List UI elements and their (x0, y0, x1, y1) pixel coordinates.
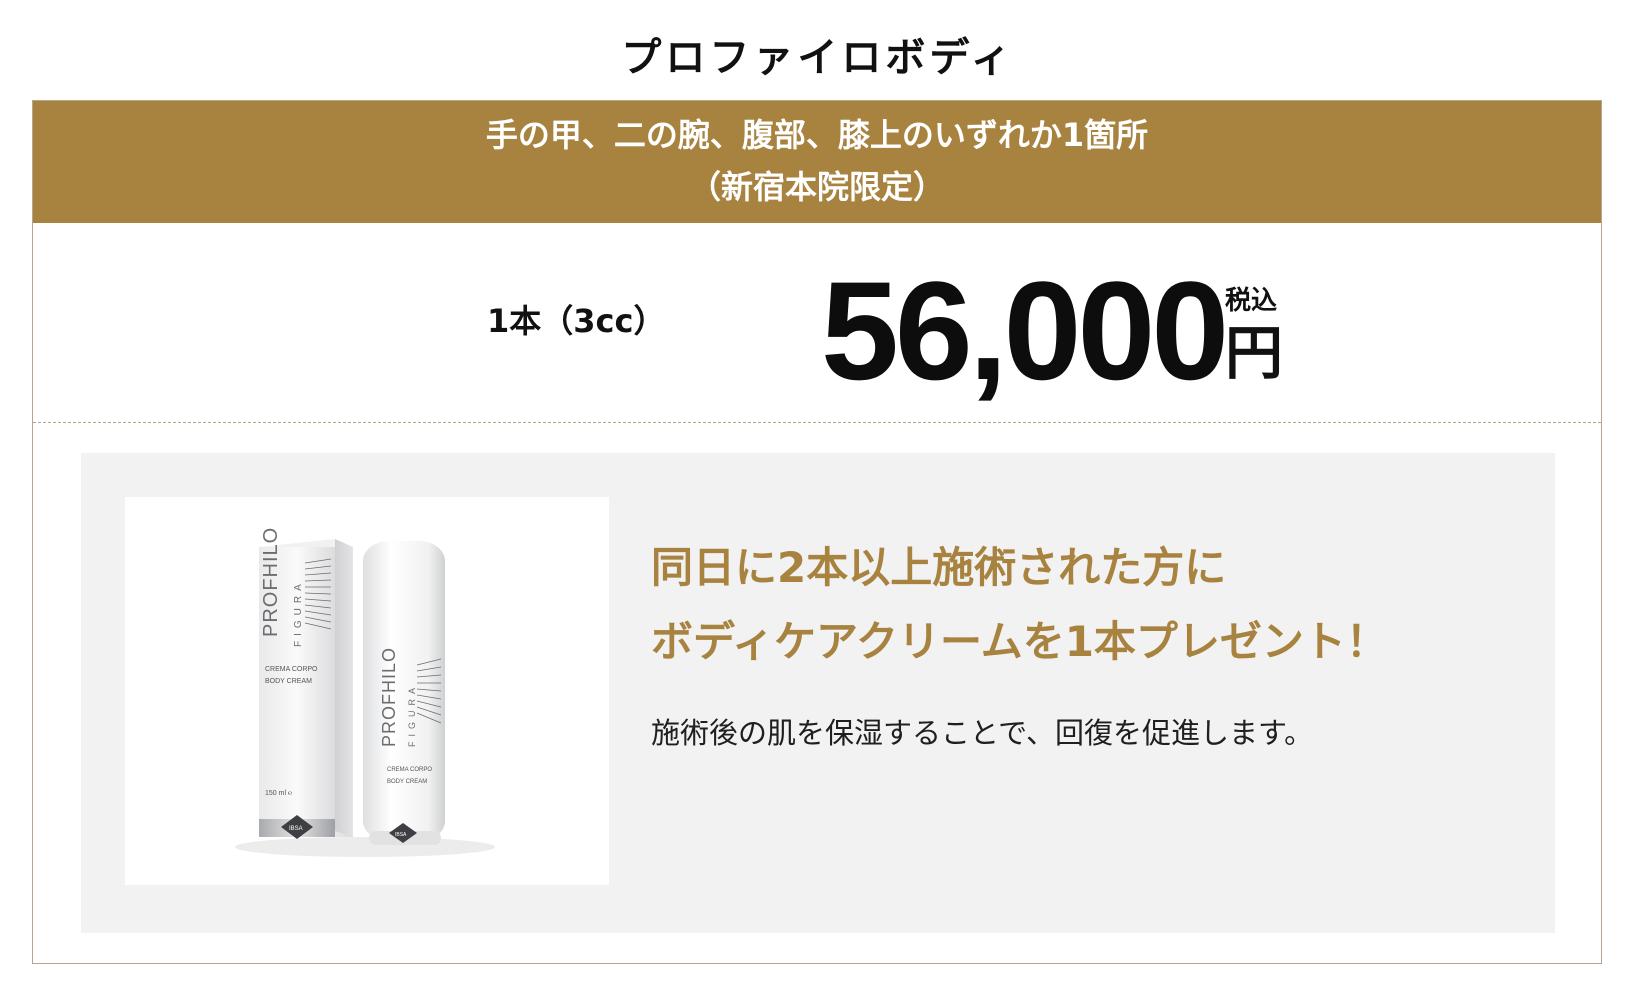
box-text-1: CREMA CORPO (265, 666, 318, 673)
promo-headline-line-1: 同日に2本以上施術された方に (651, 543, 1227, 592)
tube-sub-label: FIGURA (407, 683, 417, 747)
currency-label: 円 (1225, 319, 1284, 387)
product-image: PROFHILO FIGURA CREMA CORPO BODY CREAM 1… (125, 497, 609, 885)
page-title: プロファイロボディ (621, 35, 1015, 81)
quantity-label: 1本（3cc） (487, 302, 666, 340)
box-volume: 150 ml ℮ (265, 790, 292, 797)
card-header: 手の甲、二の腕、腹部、膝上のいずれか1箇所 （新宿本院限定） (33, 101, 1601, 223)
promo-box: PROFHILO FIGURA CREMA CORPO BODY CREAM 1… (81, 453, 1555, 933)
price-card: 手の甲、二の腕、腹部、膝上のいずれか1箇所 （新宿本院限定） 1本（3cc） 5… (32, 100, 1602, 964)
box-sub-label: FIGURA (293, 579, 304, 647)
tube-logo: IBSA (395, 832, 407, 838)
promo-headline-line-2: ボディケアクリームを1本プレゼント！ (651, 617, 1388, 666)
tube-brand-label: PROFHILO (379, 647, 399, 747)
body-cream-product-illustration: PROFHILO FIGURA CREMA CORPO BODY CREAM 1… (235, 527, 495, 857)
tube-text-1: CREMA CORPO (387, 767, 432, 773)
price-row: 1本（3cc） 56,000 税込 円 (33, 223, 1601, 423)
clinic-limit-text: （新宿本院限定） (688, 168, 945, 206)
tax-included-label: 税込 (1225, 286, 1278, 316)
promo-description: 施術後の肌を保湿することで、回復を促進します。 (651, 716, 1314, 750)
box-logo: IBSA (289, 826, 303, 832)
tube-text-2: BODY CREAM (387, 779, 427, 785)
price-amount: 56,000 (821, 252, 1229, 409)
box-brand-label: PROFHILO (260, 527, 282, 637)
treatment-area-text: 手の甲、二の腕、腹部、膝上のいずれか1箇所 (485, 116, 1149, 154)
promo-headline: 同日に2本以上施術された方に ボディケアクリームを1本プレゼント！ (651, 531, 1531, 679)
box-text-2: BODY CREAM (265, 678, 312, 685)
